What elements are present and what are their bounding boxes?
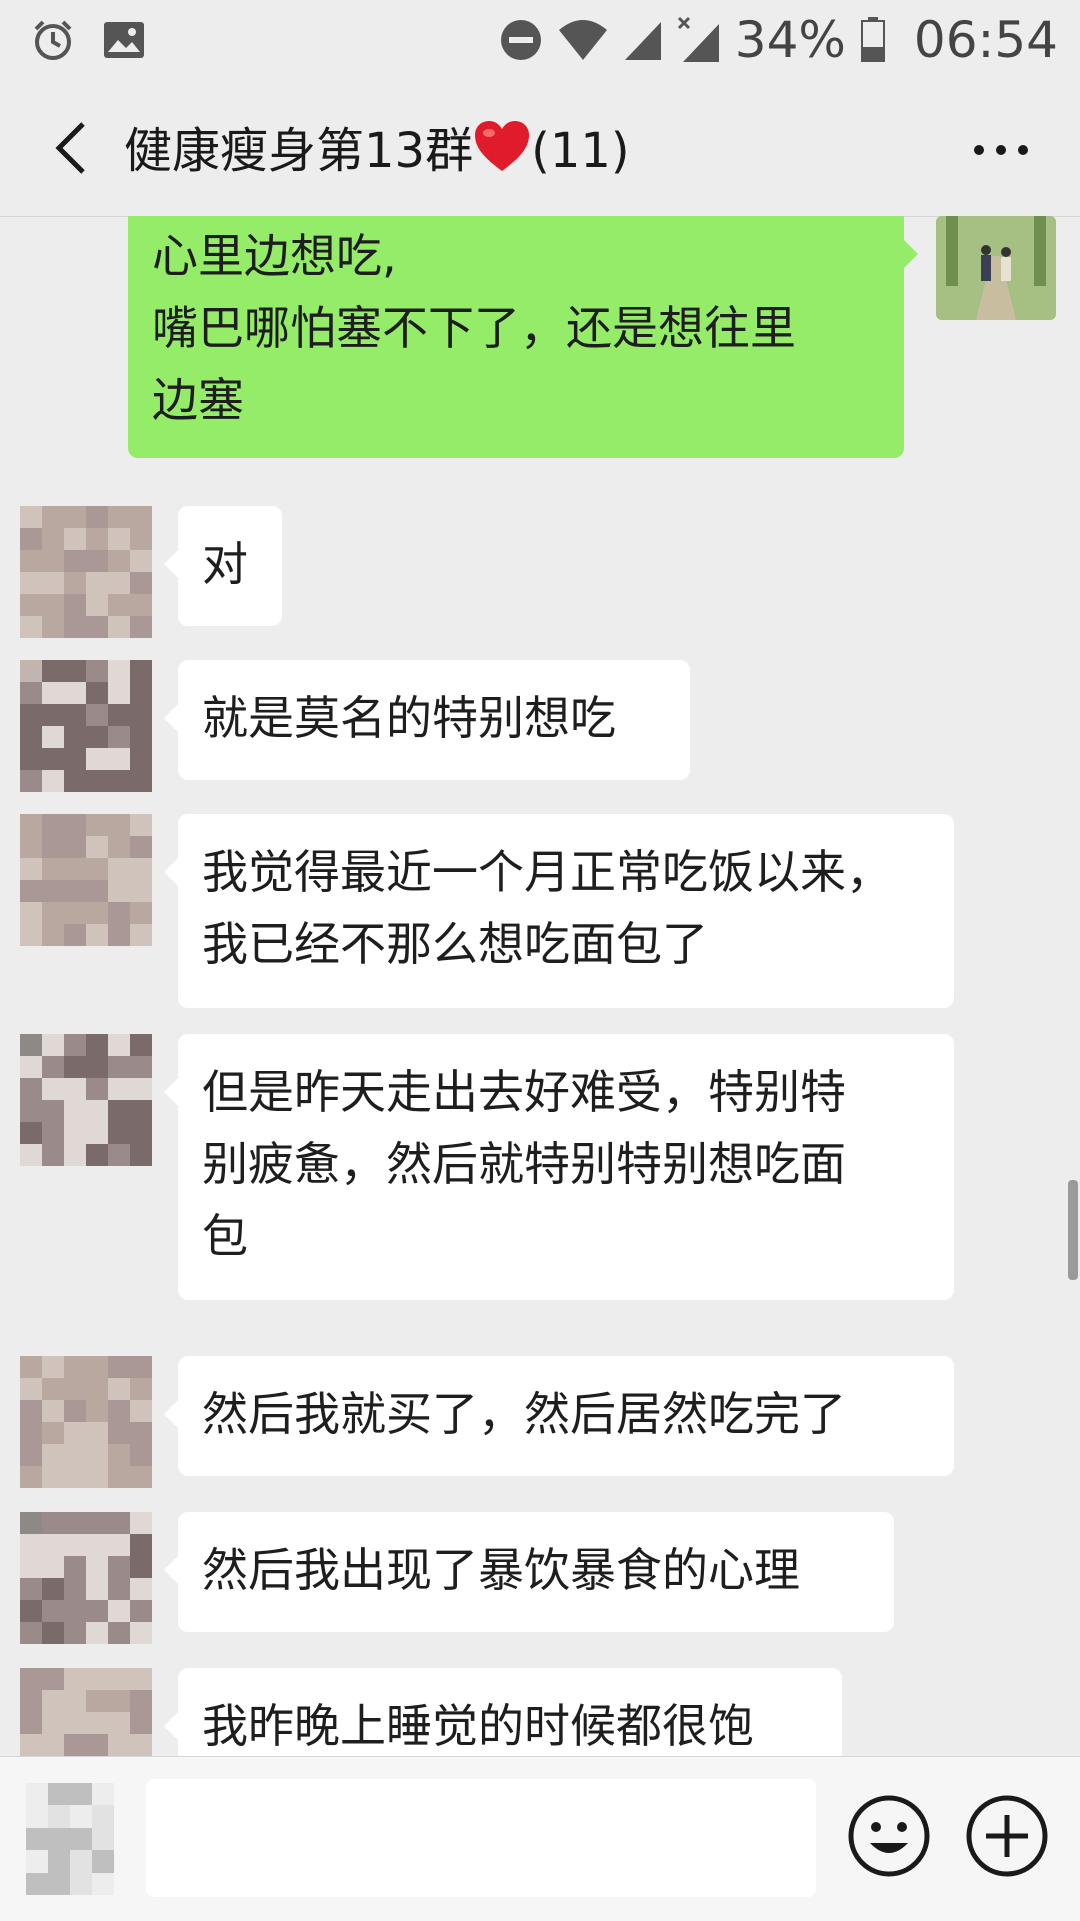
- message-other: 我昨晚上睡觉的时候都很饱: [0, 1668, 1080, 1756]
- status-bar: 34% 06:54: [0, 0, 1080, 80]
- signal-icon: [623, 18, 663, 62]
- chat-title: 健康瘦身第13群 (11): [124, 111, 630, 185]
- sender-avatar[interactable]: [20, 1668, 152, 1756]
- message-bubble[interactable]: 但是昨天走出去好难受，特别特 别疲惫，然后就特别特别想吃面 包: [164, 1034, 954, 1300]
- message-bubble[interactable]: 然后我出现了暴饮暴食的心理: [164, 1512, 894, 1632]
- message-bubble[interactable]: 我觉得最近一个月正常吃饭以来， 我已经不那么想吃面包了: [164, 814, 954, 1008]
- message-bubble[interactable]: 对: [164, 506, 282, 626]
- wifi-icon: [557, 18, 609, 62]
- message-bubble[interactable]: 就是莫名的特别想吃: [164, 660, 690, 780]
- group-name: 健康瘦身第13群: [124, 123, 474, 179]
- message-other: 然后我出现了暴饮暴食的心理: [0, 1512, 1080, 1644]
- more-dots-icon: [974, 145, 1028, 155]
- do-not-disturb-icon: [499, 18, 543, 62]
- chat-header: 健康瘦身第13群 (11): [0, 80, 1080, 217]
- sender-avatar[interactable]: [20, 1356, 152, 1488]
- emoji-icon: [848, 1795, 930, 1877]
- message-bubble-self[interactable]: 心里边想吃, 嘴巴哪怕塞不下了，还是想往里 边塞: [128, 216, 918, 458]
- self-avatar[interactable]: [936, 216, 1056, 320]
- message-bubble[interactable]: 然后我就买了，然后居然吃完了: [164, 1356, 954, 1476]
- message-other: 我觉得最近一个月正常吃饭以来， 我已经不那么想吃面包了: [0, 814, 1080, 1014]
- message-input[interactable]: [146, 1779, 816, 1897]
- chevron-left-icon: [55, 122, 85, 174]
- message-other: 就是莫名的特别想吃: [0, 660, 1080, 792]
- emoji-button[interactable]: [846, 1793, 932, 1879]
- sender-avatar[interactable]: [20, 814, 152, 946]
- heart-icon: [473, 119, 531, 185]
- image-icon: [102, 20, 146, 60]
- sender-avatar[interactable]: [20, 506, 152, 638]
- battery-percent: 34%: [734, 11, 846, 69]
- sender-avatar[interactable]: [20, 660, 152, 792]
- sender-avatar[interactable]: [20, 1512, 152, 1644]
- message-other: 然后我就买了，然后居然吃完了: [0, 1356, 1080, 1488]
- clock: 06:54: [913, 11, 1058, 69]
- plus-icon: [966, 1795, 1048, 1877]
- more-functions-button[interactable]: [964, 1793, 1050, 1879]
- member-count: (11): [531, 123, 630, 179]
- back-button[interactable]: [36, 113, 106, 183]
- sender-avatar[interactable]: [20, 1034, 152, 1166]
- input-bar: [0, 1756, 1080, 1921]
- alarm-icon: [30, 17, 76, 63]
- message-list[interactable]: 心里边想吃, 嘴巴哪怕塞不下了，还是想往里 边塞 对 就是莫名的特别想吃 我觉得…: [0, 216, 1080, 1756]
- voice-button[interactable]: [26, 1783, 114, 1895]
- signal-no-sim-icon: [677, 16, 721, 64]
- message-other: 但是昨天走出去好难受，特别特 别疲惫，然后就特别特别想吃面 包: [0, 1034, 1080, 1304]
- scrollbar[interactable]: [1068, 1180, 1078, 1280]
- message-bubble[interactable]: 我昨晚上睡觉的时候都很饱: [164, 1668, 842, 1756]
- more-options-button[interactable]: [966, 120, 1036, 180]
- message-other: 对: [0, 506, 1080, 638]
- battery-icon: [860, 17, 886, 63]
- message-self: 心里边想吃, 嘴巴哪怕塞不下了，还是想往里 边塞: [0, 216, 1080, 466]
